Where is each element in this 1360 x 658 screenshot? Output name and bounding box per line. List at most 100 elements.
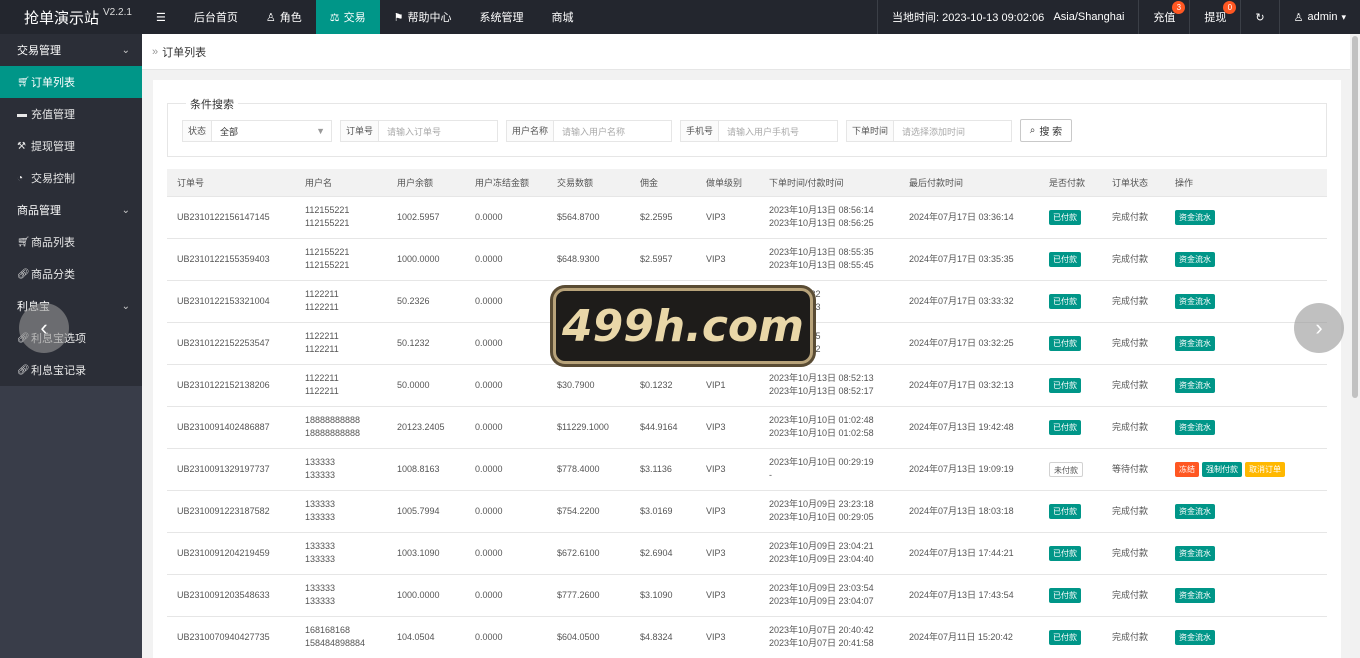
- fund-flow-button[interactable]: 资金流水: [1175, 377, 1215, 393]
- nav-role[interactable]: ♙ 角色: [252, 0, 316, 34]
- table-cell: 0.0000: [465, 448, 547, 491]
- table-cell: 0.0000: [465, 532, 547, 575]
- table-cell: 1122211 1122211: [295, 280, 387, 323]
- username: 1122211: [305, 331, 339, 341]
- table-header-row: 订单号 用户名 用户余额 用户冻结金额 交易数额 佣金 做单级别 下单时间/付款…: [167, 169, 1327, 197]
- table-cell: 完成付款: [1102, 532, 1165, 575]
- fund-flow-button[interactable]: 资金流水: [1175, 629, 1215, 645]
- fund-flow-button[interactable]: 资金流水: [1175, 209, 1215, 225]
- username-field[interactable]: 用户名称 请输入用户名称: [506, 120, 672, 142]
- withdraw-button[interactable]: 提现 0: [1189, 0, 1240, 34]
- table-cell: 2023年10月07日 20:40:42 2023年10月07日 20:41:58: [759, 616, 899, 658]
- table-cell: 资金流水: [1165, 532, 1327, 575]
- sidebar-item-label: 提现管理: [31, 141, 75, 153]
- table-cell: 已付款: [1039, 490, 1102, 533]
- balance: 50.2326: [397, 295, 430, 306]
- refresh-button[interactable]: ↻: [1240, 0, 1278, 34]
- fund-flow-button[interactable]: 资金流水: [1175, 587, 1215, 603]
- table-cell: $44.9164: [630, 406, 696, 449]
- link-icon: 🔗︎: [17, 268, 30, 280]
- scrollbar-thumb[interactable]: [1352, 36, 1358, 398]
- order-no-field[interactable]: 订单号 请输入订单号: [340, 120, 498, 142]
- sidebar-item-goods-list[interactable]: 🛒︎ 商品列表: [0, 226, 142, 258]
- search-button[interactable]: ⌕ 搜 索: [1020, 119, 1072, 142]
- sidebar-item-recharge[interactable]: ▬ 充值管理: [0, 98, 142, 130]
- sidebar-group-goods[interactable]: 商品管理 ⌄: [0, 194, 142, 226]
- last-pay-time: 2024年07月17日 03:32:25: [909, 337, 1014, 348]
- cancel-order-button[interactable]: 取消订单: [1245, 461, 1285, 477]
- nav-mall[interactable]: 商城: [538, 0, 588, 34]
- order-no: UB2310091223187582: [177, 505, 270, 516]
- group-label: 商品管理: [17, 205, 61, 217]
- fund-flow-button[interactable]: 资金流水: [1175, 545, 1215, 561]
- username: 133333: [305, 583, 336, 593]
- table-cell: 2023年10月13日 08:55:35 2023年10月13日 08:55:45: [759, 238, 899, 281]
- fund-flow-button[interactable]: 资金流水: [1175, 293, 1215, 309]
- time-text: 当地时间: 2023-10-13 09:02:06: [892, 12, 1045, 24]
- sidebar-group-trade[interactable]: 交易管理 ⌄: [0, 34, 142, 66]
- sidebar-item-trade-control[interactable]: ◔ 交易控制: [0, 162, 142, 194]
- brand[interactable]: 抢单演示站 V2.2.1: [0, 0, 142, 34]
- last-pay-time: 2024年07月17日 03:32:13: [909, 379, 1014, 390]
- freeze-button[interactable]: 冻结: [1175, 461, 1199, 477]
- commission: $2.2595: [640, 211, 673, 222]
- table-cell: 2024年07月11日 15:20:42: [899, 616, 1039, 658]
- order-time-field[interactable]: 下单时间 请选择添加时间: [846, 120, 1012, 142]
- username-input[interactable]: 请输入用户名称: [554, 125, 671, 138]
- fund-flow-button[interactable]: 资金流水: [1175, 335, 1215, 351]
- order-table: 订单号 用户名 用户余额 用户冻结金额 交易数额 佣金 做单级别 下单时间/付款…: [167, 169, 1327, 658]
- trade-amount: $672.6100: [557, 547, 600, 558]
- phone-input[interactable]: 请输入用户手机号: [719, 125, 837, 138]
- order-no-input[interactable]: 请输入订单号: [379, 125, 497, 138]
- nav-home[interactable]: 后台首页: [180, 0, 252, 34]
- carousel-prev-button[interactable]: ‹: [19, 303, 69, 353]
- force-pay-button[interactable]: 强制付款: [1202, 461, 1242, 477]
- commission: $2.5957: [640, 253, 673, 264]
- recharge-button[interactable]: 充值 3: [1138, 0, 1189, 34]
- username-secondary: 1122211: [305, 344, 339, 354]
- commission: $3.1136: [640, 463, 672, 474]
- table-cell: 0.0000: [465, 406, 547, 449]
- last-pay-time: 2024年07月17日 03:35:35: [909, 253, 1014, 264]
- nav-system[interactable]: 系统管理: [466, 0, 538, 34]
- fund-flow-button[interactable]: 资金流水: [1175, 419, 1215, 435]
- table-cell: $0.1232: [630, 364, 696, 407]
- fund-flow-button[interactable]: 资金流水: [1175, 251, 1215, 267]
- table-cell: $648.9300: [547, 238, 630, 281]
- paid-badge: 已付款: [1049, 545, 1081, 561]
- menu-toggle-button[interactable]: ☰: [142, 0, 180, 34]
- nav-help[interactable]: ⚑ 帮助中心: [380, 0, 466, 34]
- order-time-input[interactable]: 请选择添加时间: [894, 125, 1011, 138]
- breadcrumb-current[interactable]: 订单列表: [162, 44, 206, 60]
- paid-badge: 已付款: [1049, 419, 1081, 435]
- table-row: UB2310091204219459 133333 133333 1003.1090 0…: [167, 532, 1327, 575]
- sidebar-item-order-list[interactable]: 🛒︎ 订单列表: [0, 66, 142, 98]
- carousel-next-button[interactable]: ›: [1294, 303, 1344, 353]
- table-cell: VIP3: [696, 490, 759, 533]
- paid-badge: 已付款: [1049, 251, 1081, 267]
- nav-trade[interactable]: ⚖ 交易: [315, 0, 380, 34]
- commission: $4.8324: [640, 631, 673, 642]
- nav-label: 交易: [343, 12, 366, 24]
- table-cell: 0.0000: [465, 364, 547, 407]
- sidebar-item-withdraw[interactable]: ⚒ 提现管理: [0, 130, 142, 162]
- table-cell: 1122211 1122211: [295, 322, 387, 365]
- table-cell: 1122211 1122211: [295, 364, 387, 407]
- sidebar-item-goods-category[interactable]: 🔗︎ 商品分类: [0, 258, 142, 290]
- sidebar-item-interest-records[interactable]: 🔗︎ 利息宝记录: [0, 354, 142, 386]
- order-no-label: 订单号: [341, 121, 380, 141]
- phone-field[interactable]: 手机号 请输入用户手机号: [680, 120, 838, 142]
- user-icon: ♙: [1293, 11, 1304, 24]
- status-select[interactable]: 状态 全部 ▼: [182, 120, 332, 142]
- username-secondary: 133333: [305, 512, 336, 522]
- table-cell: 2024年07月17日 03:32:13: [899, 364, 1039, 407]
- table-cell: 2023年10月13日 08:52:13 2023年10月13日 08:52:17: [759, 364, 899, 407]
- table-cell: 资金流水: [1165, 364, 1327, 407]
- table-cell: 资金流水: [1165, 490, 1327, 533]
- table-cell: 112155221 112155221: [295, 196, 387, 239]
- fund-flow-button[interactable]: 资金流水: [1175, 503, 1215, 519]
- user-menu[interactable]: ♙ admin ▾: [1278, 0, 1360, 34]
- table-cell: 104.0504: [387, 616, 465, 658]
- user-icon: ♙: [265, 11, 276, 24]
- last-pay-time: 2024年07月17日 03:33:32: [909, 295, 1014, 306]
